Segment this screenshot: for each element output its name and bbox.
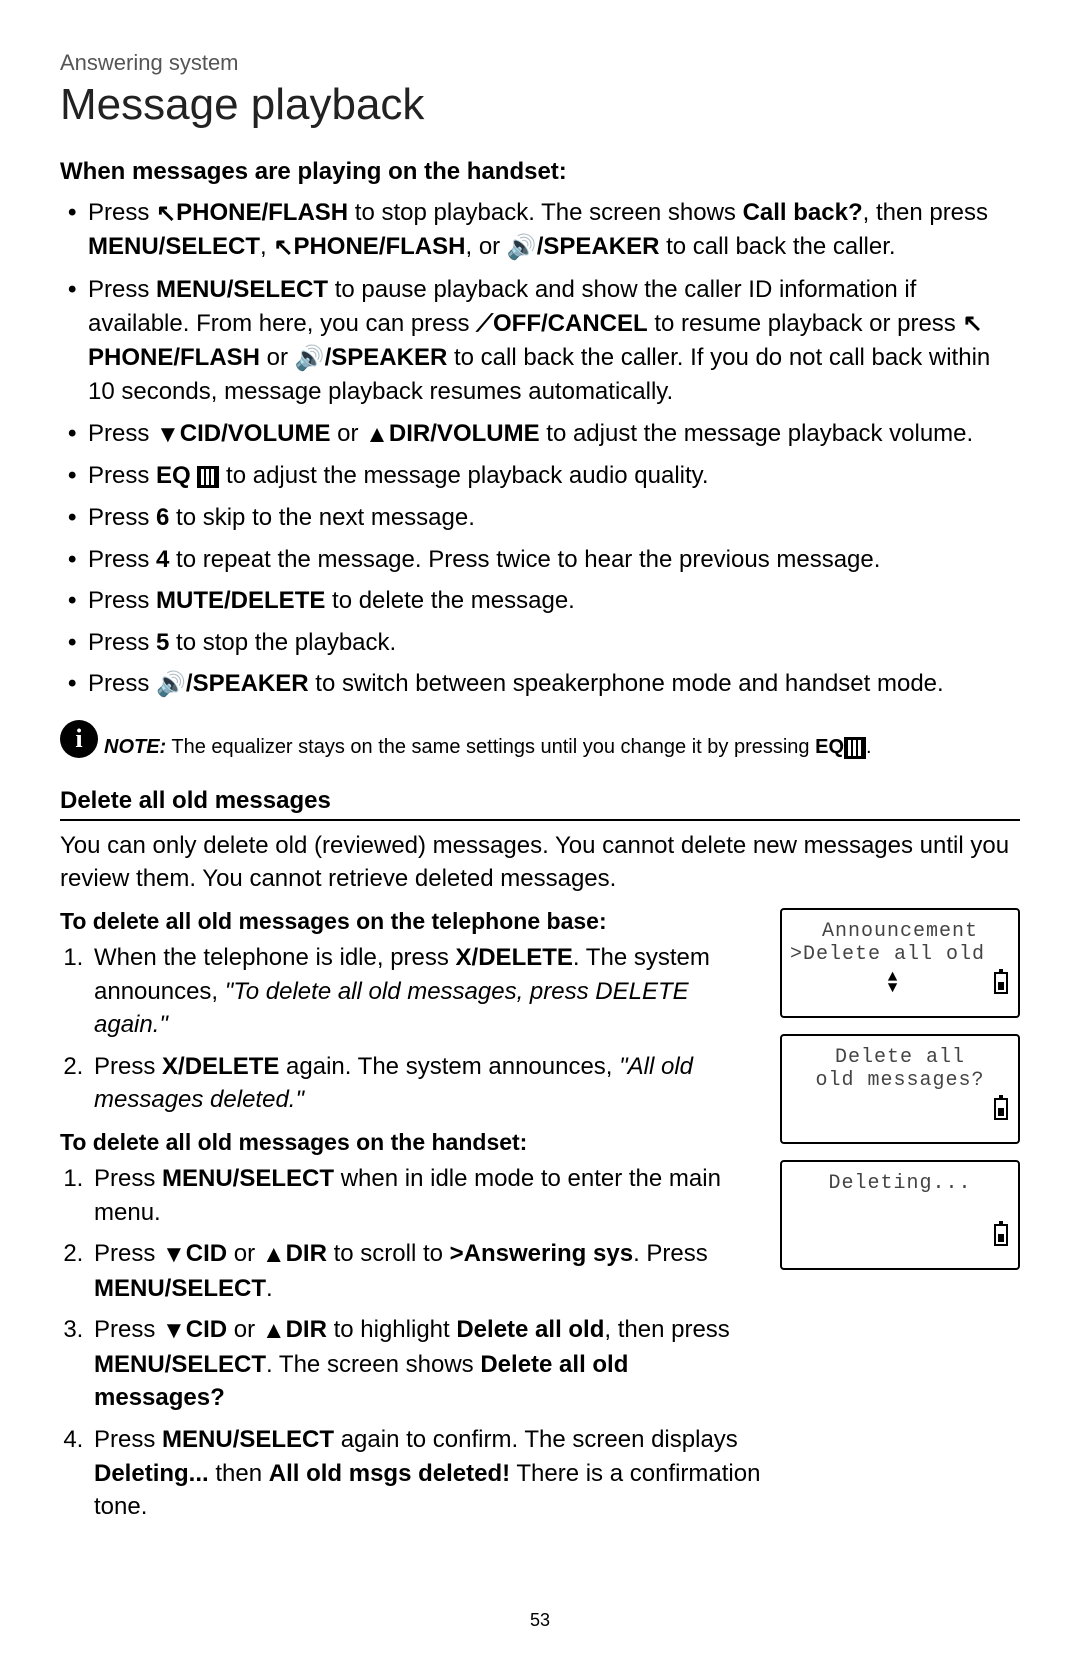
- down-triangle-icon: [162, 1238, 186, 1272]
- eq-icon: [197, 466, 219, 488]
- list-item: Press MENU/SELECT when in idle mode to e…: [90, 1162, 764, 1229]
- page-title: Message playback: [60, 80, 1020, 130]
- list-item: Press CID or DIR to scroll to >Answering…: [90, 1237, 764, 1305]
- phone-icon: [156, 197, 176, 231]
- lcd-line: >Delete all old: [790, 943, 1010, 966]
- delete-heading: Delete all old messages: [60, 787, 1020, 821]
- bullet-item: Press 6 to skip to the next message.: [60, 501, 1020, 535]
- lcd-screen-1: Announcement >Delete all old ▲▼: [780, 908, 1020, 1018]
- lcd-line: old messages?: [790, 1069, 1010, 1092]
- bullet-item: Press 5 to stop the playback.: [60, 626, 1020, 660]
- playing-bullets: Press PHONE/FLASH to stop playback. The …: [60, 196, 1020, 702]
- battery-icon: [994, 1224, 1008, 1246]
- page-number: 53: [0, 1610, 1080, 1631]
- delete-handset-heading: To delete all old messages on the handse…: [60, 1129, 764, 1156]
- delete-base-list: When the telephone is idle, press X/DELE…: [60, 941, 764, 1117]
- eq-icon: [844, 737, 866, 759]
- bullet-item: Press MUTE/DELETE to delete the message.: [60, 584, 1020, 618]
- battery-icon: [994, 972, 1008, 994]
- delete-base-heading: To delete all old messages on the teleph…: [60, 908, 764, 935]
- bullet-item: Press MENU/SELECT to pause playback and …: [60, 273, 1020, 409]
- bullet-item: Press 4 to repeat the message. Press twi…: [60, 543, 1020, 577]
- up-triangle-icon: [365, 418, 389, 452]
- delete-handset-list: Press MENU/SELECT when in idle mode to e…: [60, 1162, 764, 1524]
- bullet-item: Press EQ to adjust the message playback …: [60, 459, 1020, 493]
- section-label: Answering system: [60, 50, 1020, 76]
- phone-icon: [273, 231, 293, 265]
- updown-arrows-icon: ▲▼: [888, 972, 899, 994]
- list-item: Press MENU/SELECT again to confirm. The …: [90, 1423, 764, 1524]
- speaker-icon: [156, 668, 186, 702]
- delete-intro: You can only delete old (reviewed) messa…: [60, 829, 1020, 896]
- down-triangle-icon: [156, 418, 180, 452]
- battery-icon: [994, 1098, 1008, 1120]
- lcd-screen-3: Deleting...: [780, 1160, 1020, 1270]
- phone-icon: [962, 307, 982, 341]
- up-triangle-icon: [262, 1314, 286, 1348]
- speaker-icon: [507, 231, 537, 265]
- info-icon: i: [60, 720, 98, 758]
- lcd-screen-2: Delete all old messages?: [780, 1034, 1020, 1144]
- lcd-line: Deleting...: [790, 1172, 1010, 1195]
- list-item: Press X/DELETE again. The system announc…: [90, 1050, 764, 1117]
- bullet-item: Press /SPEAKER to switch between speaker…: [60, 667, 1020, 701]
- lcd-line: Delete all: [790, 1046, 1010, 1069]
- speaker-icon: [295, 342, 325, 376]
- note-row: i NOTE: The equalizer stays on the same …: [60, 720, 1020, 759]
- list-item: Press CID or DIR to highlight Delete all…: [90, 1313, 764, 1415]
- list-item: When the telephone is idle, press X/DELE…: [90, 941, 764, 1042]
- bullet-item: Press PHONE/FLASH to stop playback. The …: [60, 196, 1020, 265]
- lcd-line: Announcement: [790, 920, 1010, 943]
- down-triangle-icon: [162, 1314, 186, 1348]
- up-triangle-icon: [262, 1238, 286, 1272]
- playing-heading: When messages are playing on the handset…: [60, 158, 1020, 186]
- off-icon: [476, 307, 493, 341]
- note-text: NOTE: The equalizer stays on the same se…: [104, 720, 872, 759]
- bullet-item: Press CID/VOLUME or DIR/VOLUME to adjust…: [60, 417, 1020, 451]
